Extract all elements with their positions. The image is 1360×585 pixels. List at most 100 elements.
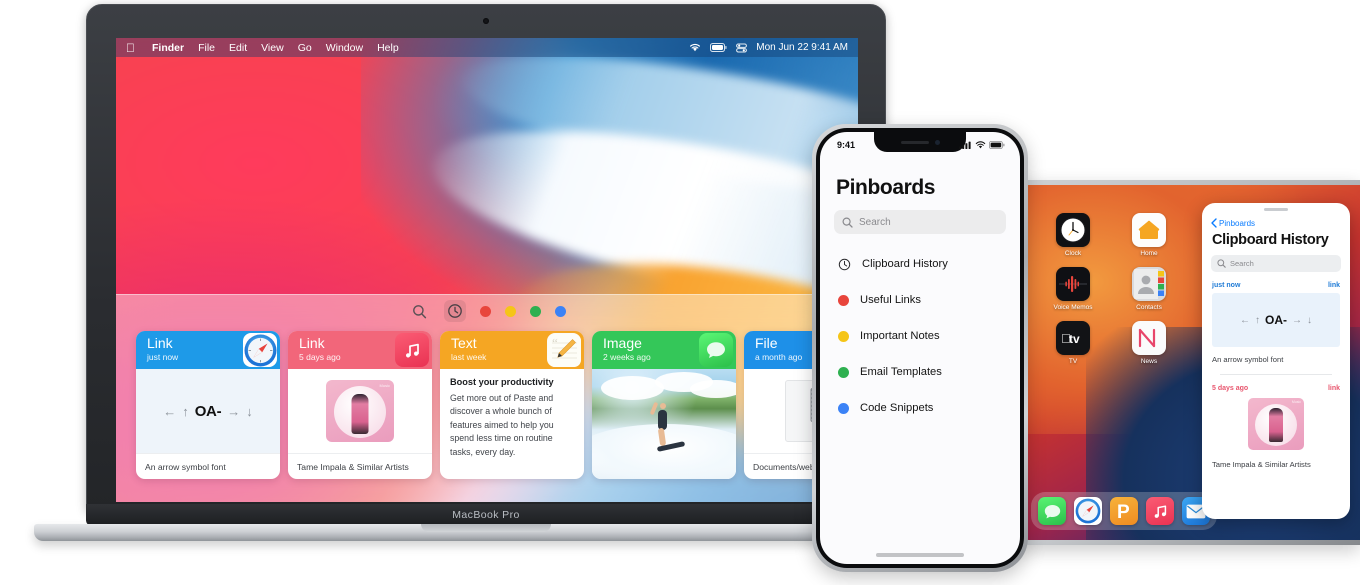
slide-over-panel: Pinboards Clipboard History Search just …: [1202, 203, 1350, 519]
page-title: Pinboards: [836, 176, 936, 199]
list-item-label: Clipboard History: [862, 258, 948, 270]
paste-app-icon[interactable]: P: [1110, 497, 1138, 525]
paste-app-panel: Link just now ← ↑ OA- → ↓ An arrow symbo…: [116, 294, 858, 502]
card-preview-text: OA-: [194, 402, 222, 420]
pinboard-dot-code-snippets[interactable]: [555, 305, 566, 317]
music-icon: [395, 333, 429, 367]
pinboard-dot-important-notes[interactable]: [505, 305, 516, 317]
clipboard-card-list: Link just now ← ↑ OA- → ↓ An arrow symbo…: [116, 327, 858, 479]
clipboard-card[interactable]: Text last week “ Boost your productivity…: [440, 331, 584, 479]
iphone-status-bar: 9:41: [820, 132, 1020, 154]
menu-item-go[interactable]: Go: [291, 42, 319, 54]
list-item-useful-links[interactable]: Useful Links: [820, 282, 1020, 318]
back-button[interactable]: Pinboards: [1202, 211, 1350, 228]
search-input[interactable]: Search: [834, 210, 1006, 234]
pinboard-dot-email-templates[interactable]: [530, 305, 541, 317]
messages-app-icon[interactable]: [1038, 497, 1066, 525]
apple-logo-icon[interactable]: : [126, 42, 135, 54]
clipboard-entry[interactable]: 5 days ago link Music Tame Impala & Simi…: [1202, 385, 1350, 469]
music-app-icon[interactable]: [1146, 497, 1174, 525]
ipad-home-grid: Clock Home Voice Memos Contacts tv TV Ne…: [1037, 213, 1185, 365]
app-home[interactable]: Home: [1113, 213, 1185, 257]
card-time-label: just now: [147, 352, 179, 362]
wifi-icon[interactable]: [689, 43, 701, 52]
macbook-screen:  Finder File Edit View Go Window Help: [116, 38, 858, 502]
list-item-email-templates[interactable]: Email Templates: [820, 354, 1020, 390]
home-app-icon: [1132, 213, 1166, 247]
search-placeholder: Search: [1230, 259, 1254, 268]
search-icon[interactable]: [408, 300, 430, 322]
clipboard-card[interactable]: Link just now ← ↑ OA- → ↓ An arrow symbo…: [136, 331, 280, 479]
album-badge-label: Music: [379, 383, 390, 388]
dot-icon: [838, 294, 849, 306]
list-item-code-snippets[interactable]: Code Snippets: [820, 390, 1020, 426]
list-item-label: Important Notes: [860, 330, 940, 342]
menu-item-file[interactable]: File: [191, 42, 222, 54]
dot-icon: [838, 366, 849, 378]
menu-item-view[interactable]: View: [254, 42, 291, 54]
card-preview-photo: [592, 369, 736, 479]
app-news[interactable]: News: [1113, 321, 1185, 365]
search-placeholder: Search: [859, 216, 891, 228]
search-icon: [842, 216, 853, 228]
search-input[interactable]: Search: [1211, 255, 1341, 272]
app-label: Contacts: [1136, 304, 1162, 311]
card-time-label: last week: [451, 352, 487, 362]
card-preview-text-block: Boost your productivity Get more out of …: [440, 369, 584, 459]
svg-text:“: “: [552, 335, 558, 350]
macbook-pro-device:  Finder File Edit View Go Window Help: [34, 4, 938, 549]
slide-over-title: Clipboard History: [1212, 232, 1329, 248]
clock-history-icon[interactable]: [444, 300, 466, 322]
safari-app-icon[interactable]: [1074, 497, 1102, 525]
iphone-device: 9:41 Pinboards Search Clipboard History …: [812, 124, 1028, 572]
clipboard-card[interactable]: Image 2 weeks ago: [592, 331, 736, 479]
pinboard-dot-useful-links[interactable]: [480, 305, 491, 317]
clock-history-icon: [838, 258, 851, 271]
battery-icon: [989, 141, 1005, 149]
dot-icon: [838, 402, 849, 414]
clipboard-entry[interactable]: just now link ← ↑ OA- → ↓ An arrow symbol …: [1202, 282, 1350, 364]
list-item-label: Email Templates: [860, 366, 942, 378]
menu-item-window[interactable]: Window: [319, 42, 370, 54]
entry-time: 5 days ago: [1212, 385, 1249, 392]
macbook-chin: MacBook Pro: [86, 504, 886, 526]
ipad-screen: Clock Home Voice Memos Contacts tv TV Ne…: [1017, 185, 1360, 540]
entry-preview-arrows: ← ↑ OA- → ↓: [1212, 293, 1340, 347]
entry-caption: An arrow symbol font: [1212, 355, 1284, 364]
control-center-icon[interactable]: [736, 43, 748, 53]
clipboard-card[interactable]: Link 5 days ago Music Tame Impala & Simi…: [288, 331, 432, 479]
menu-item-help[interactable]: Help: [370, 42, 406, 54]
paste-toolbar: [116, 295, 858, 327]
home-indicator[interactable]: [876, 553, 964, 557]
entry-kind: link: [1327, 385, 1340, 392]
card-text-body: Get more out of Paste and discover a who…: [450, 393, 554, 457]
macbook-lid:  Finder File Edit View Go Window Help: [86, 4, 886, 512]
macbook-camera-icon: [483, 18, 489, 24]
macbook-base: [34, 524, 938, 541]
menu-item-edit[interactable]: Edit: [222, 42, 254, 54]
back-label: Pinboards: [1219, 218, 1256, 228]
pinboard-list: Clipboard History Useful Links Important…: [820, 234, 1020, 426]
macbook-model-label: MacBook Pro: [452, 509, 520, 521]
voice-memos-app-icon: [1056, 267, 1090, 301]
card-text-heading: Boost your productivity: [450, 377, 554, 387]
list-item-important-notes[interactable]: Important Notes: [820, 318, 1020, 354]
app-voice-memos[interactable]: Voice Memos: [1037, 267, 1109, 311]
app-contacts[interactable]: Contacts: [1113, 267, 1185, 311]
list-item-clipboard-history[interactable]: Clipboard History: [820, 246, 1020, 282]
iphone-screen: 9:41 Pinboards Search Clipboard History …: [820, 132, 1020, 564]
app-tv[interactable]: tv TV: [1037, 321, 1109, 365]
menu-item-finder[interactable]: Finder: [145, 42, 191, 54]
card-type-label: Link: [299, 335, 325, 351]
svg-text:P: P: [1117, 502, 1130, 522]
app-clock[interactable]: Clock: [1037, 213, 1109, 257]
list-item-label: Useful Links: [860, 294, 921, 306]
app-label: Clock: [1064, 250, 1082, 257]
menubar-clock[interactable]: Mon Jun 22 9:41 AM: [756, 42, 848, 53]
messages-icon: [699, 333, 733, 367]
card-type-label: Link: [147, 335, 173, 351]
album-badge-label: Music: [1291, 400, 1301, 404]
entry-kind: link: [1327, 282, 1340, 289]
contacts-app-icon: [1132, 267, 1166, 301]
battery-icon[interactable]: [710, 43, 727, 52]
